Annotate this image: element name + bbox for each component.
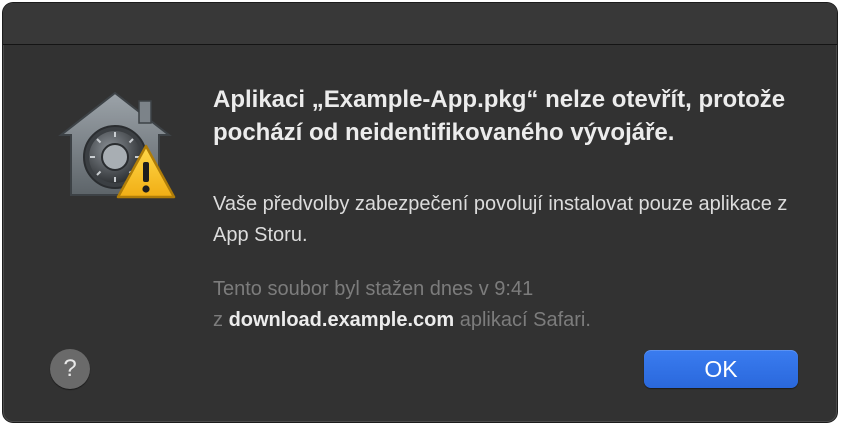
alert-dialog: Aplikaci „Example-App.pkg“ nelze otevřít…	[3, 3, 837, 422]
dialog-titlebar	[3, 3, 837, 45]
download-info-time: Tento soubor byl stažen dnes v 9:41	[213, 278, 534, 300]
help-button[interactable]: ?	[50, 349, 90, 389]
download-info: Tento soubor byl stažen dnes v 9:41 z do…	[213, 274, 803, 336]
ok-button[interactable]: OK	[644, 350, 798, 388]
dialog-title: Aplikaci „Example-App.pkg“ nelze otevřít…	[213, 86, 786, 146]
download-info-from: z	[213, 309, 223, 331]
download-domain: download.example.com	[228, 309, 455, 331]
gatekeeper-security-icon	[55, 85, 179, 205]
warning-triangle-icon	[116, 144, 176, 199]
download-info-app: aplikací Safari.	[459, 309, 591, 331]
dialog-message: Vaše předvolby zabezpečení povolují inst…	[213, 193, 788, 246]
